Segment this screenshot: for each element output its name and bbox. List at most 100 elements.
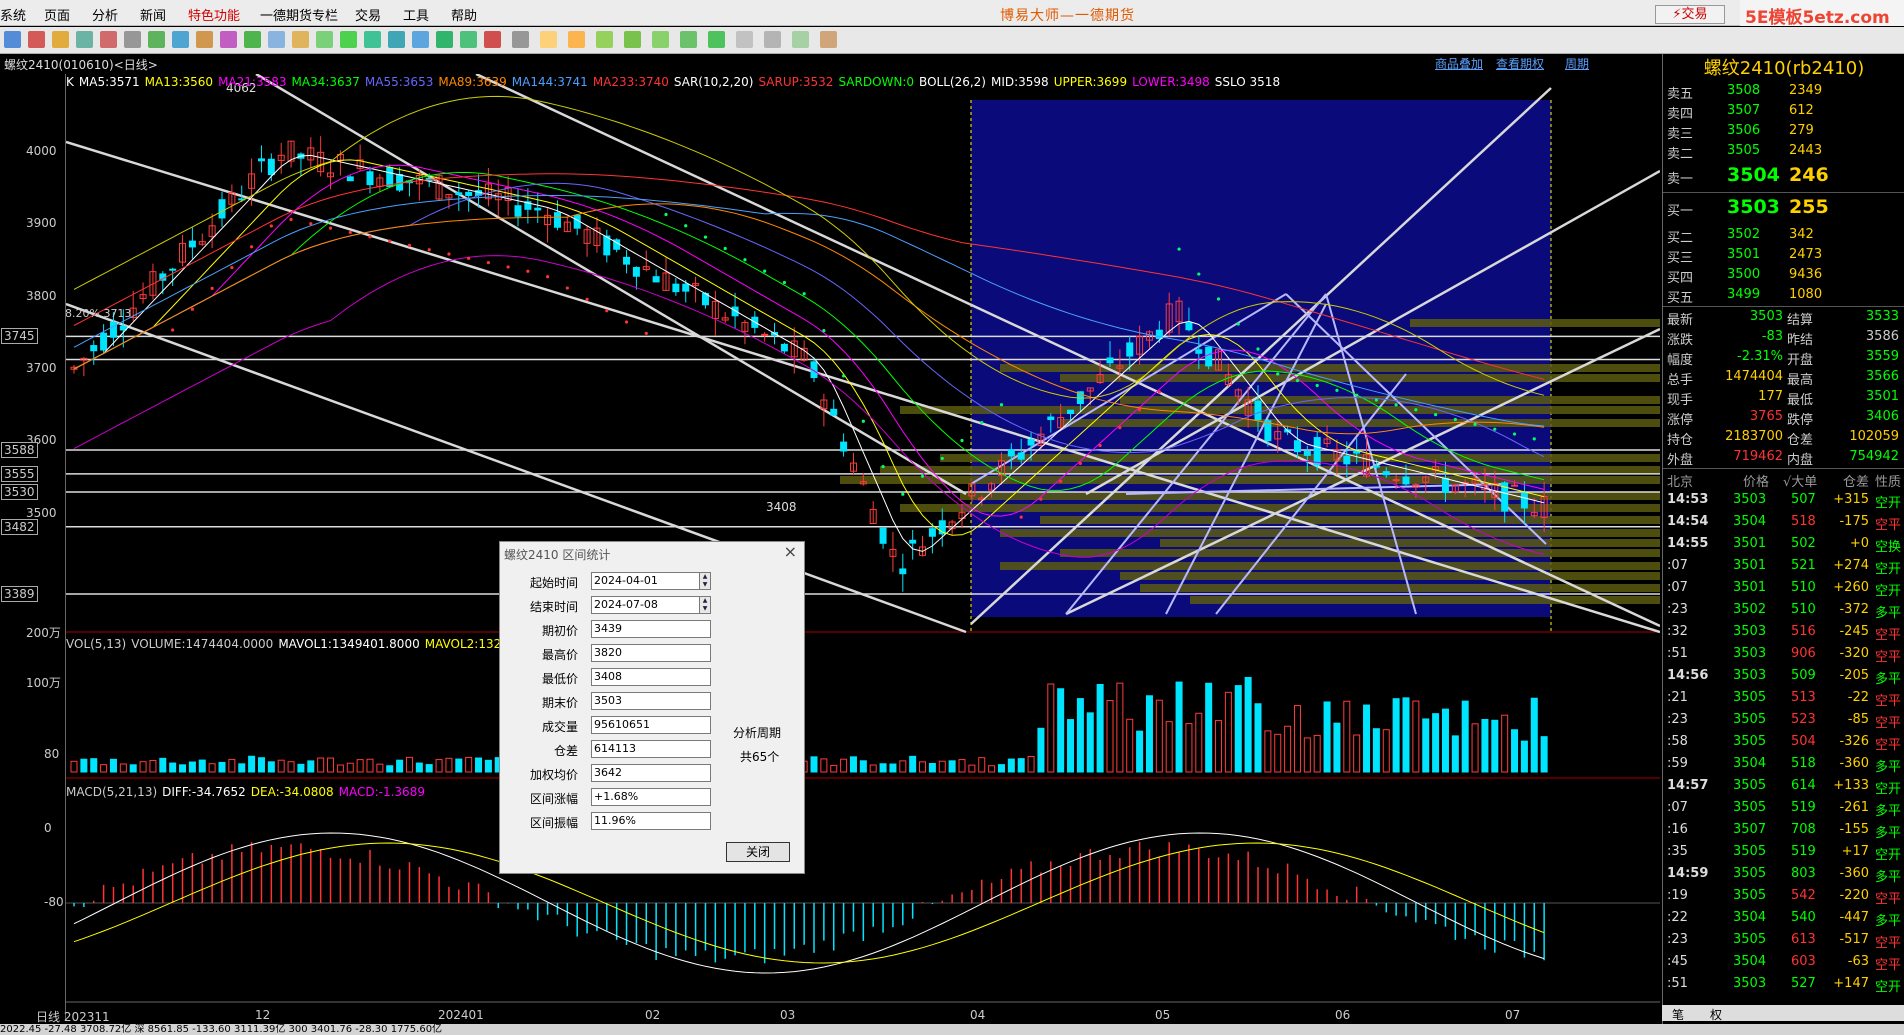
- toolbar-icon-15[interactable]: [364, 31, 381, 48]
- dialog-field[interactable]: 614113: [591, 740, 711, 758]
- toolbar-icon-19[interactable]: [460, 31, 477, 48]
- toolbar-icon-26[interactable]: [652, 31, 669, 48]
- toolbar-icon-2[interactable]: [52, 31, 69, 48]
- toolbar-icon-23[interactable]: [568, 31, 585, 48]
- toolbar-icon-24[interactable]: [596, 31, 613, 48]
- date-tick: 03: [780, 1008, 796, 1022]
- sar-dot: [1216, 297, 1221, 301]
- stat-label-a: 持仓: [1667, 433, 1694, 448]
- dialog-field[interactable]: 11.96%: [591, 812, 711, 830]
- menu-trade[interactable]: 交易: [355, 5, 381, 24]
- toolbar-icon-5[interactable]: [124, 31, 141, 48]
- stat-label-b: 昨结: [1787, 333, 1814, 348]
- tab-rights[interactable]: 权: [1710, 1006, 1722, 1023]
- stat-label-a: 总手: [1667, 373, 1694, 388]
- toolbar-icon-0[interactable]: [4, 31, 21, 48]
- toolbar-icon-14[interactable]: [340, 31, 357, 48]
- period-link[interactable]: 周期: [1565, 55, 1589, 72]
- spin-icon[interactable]: ▲ ▼: [699, 572, 711, 590]
- bid-price: 3499: [1727, 287, 1761, 302]
- tick-row: :22 3504 540 -447 多平: [1663, 908, 1904, 930]
- dialog-field[interactable]: 2024-04-01: [591, 572, 711, 590]
- toolbar-icon-31[interactable]: [792, 31, 809, 48]
- macd-indicator-2: DEA:-34.0808: [250, 785, 334, 799]
- candle-body: [169, 268, 177, 271]
- stat-value-b: 3406: [1865, 409, 1899, 424]
- tick-oi-change: -447: [1839, 910, 1869, 925]
- toolbar-icon-18[interactable]: [436, 31, 453, 48]
- stat-label-b: 内盘: [1787, 453, 1814, 468]
- toolbar-icon-13[interactable]: [316, 31, 333, 48]
- sar-dot: [1197, 272, 1201, 276]
- view-options-link[interactable]: 查看期权: [1496, 55, 1544, 72]
- toolbar-icon-30[interactable]: [764, 31, 781, 48]
- menu-system[interactable]: 系统: [0, 5, 26, 24]
- tick-price: 3502: [1733, 602, 1767, 617]
- sar-dot: [1157, 390, 1161, 394]
- toolbar-icon-12[interactable]: [292, 31, 309, 48]
- tick-oi-change: -360: [1839, 756, 1869, 771]
- sar-dot: [427, 248, 431, 252]
- kline-chart[interactable]: 4062340838.20% 3713: [66, 74, 1660, 1020]
- spin-icon[interactable]: ▲ ▼: [699, 596, 711, 614]
- candle-body: [1067, 409, 1075, 415]
- dialog-field[interactable]: 3642: [591, 764, 711, 782]
- close-icon[interactable]: ×: [784, 542, 797, 561]
- dialog-field[interactable]: 3503: [591, 692, 711, 710]
- menu-help[interactable]: 帮助: [451, 5, 477, 24]
- volume-bar: [1175, 681, 1183, 773]
- toolbar-icon-28[interactable]: [708, 31, 725, 48]
- dialog-field[interactable]: 95610651: [591, 716, 711, 734]
- menu-news[interactable]: 新闻: [140, 5, 166, 24]
- toolbar-icon-7[interactable]: [172, 31, 189, 48]
- dialog-field[interactable]: +1.68%: [591, 788, 711, 806]
- tick-price: 3507: [1733, 822, 1767, 837]
- toolbar-icon-20[interactable]: [484, 31, 501, 48]
- tick-price: 3505: [1733, 690, 1767, 705]
- toolbar-icon-17[interactable]: [412, 31, 429, 48]
- menu-analysis[interactable]: 分析: [92, 5, 118, 24]
- menu-special[interactable]: 特色功能: [188, 5, 240, 24]
- volume-bar: [129, 764, 137, 773]
- candle-body: [514, 205, 522, 217]
- volume-profile-bar: [1000, 562, 1660, 570]
- dialog-field[interactable]: 3408: [591, 668, 711, 686]
- candle-body: [90, 345, 98, 352]
- toolbar-icon-27[interactable]: [680, 31, 697, 48]
- tick-price: 3505: [1733, 888, 1767, 903]
- tab-ticks[interactable]: 笔: [1672, 1006, 1684, 1023]
- kline-indicator-8: MA233:3740: [592, 75, 669, 89]
- toolbar-icon-22[interactable]: [540, 31, 557, 48]
- tick-volume: 614: [1791, 778, 1816, 793]
- dialog-field[interactable]: 3820: [591, 644, 711, 662]
- toolbar-icon-25[interactable]: [624, 31, 641, 48]
- toolbar-icon-4[interactable]: [100, 31, 117, 48]
- toolbar-icon-9[interactable]: [220, 31, 237, 48]
- dialog-close-button[interactable]: 关闭: [726, 842, 790, 862]
- toolbar-icon-11[interactable]: [268, 31, 285, 48]
- tick-time: 14:56: [1667, 668, 1709, 683]
- toolbar-icon-32[interactable]: [820, 31, 837, 48]
- trade-button[interactable]: ⚡交易: [1655, 5, 1725, 24]
- toolbar-icon-8[interactable]: [196, 31, 213, 48]
- toolbar-icon-6[interactable]: [148, 31, 165, 48]
- menu-tools[interactable]: 工具: [403, 5, 429, 24]
- toolbar-icon-1[interactable]: [28, 31, 45, 48]
- volume-bar: [1422, 718, 1430, 773]
- toolbar-icon-10[interactable]: [244, 31, 261, 48]
- volume-profile-bar: [1410, 319, 1660, 327]
- tick-price: 3505: [1733, 734, 1767, 749]
- menu-yide-column[interactable]: 一德期货专栏: [260, 5, 338, 24]
- toolbar-icon-21[interactable]: [512, 31, 529, 48]
- dialog-field[interactable]: 3439: [591, 620, 711, 638]
- overlay-commodity-link[interactable]: 商品叠加: [1435, 55, 1483, 72]
- watermark-logo: 5E模板5etz.com: [1745, 8, 1890, 28]
- toolbar-icon-3[interactable]: [76, 31, 93, 48]
- toolbar-icon-29[interactable]: [736, 31, 753, 48]
- menu-page[interactable]: 页面: [44, 5, 70, 24]
- price-tick: 4000: [26, 143, 57, 158]
- toolbar-icon-16[interactable]: [388, 31, 405, 48]
- ask-price: 3507: [1727, 103, 1761, 118]
- volume-bar: [356, 759, 364, 773]
- dialog-field[interactable]: 2024-07-08: [591, 596, 711, 614]
